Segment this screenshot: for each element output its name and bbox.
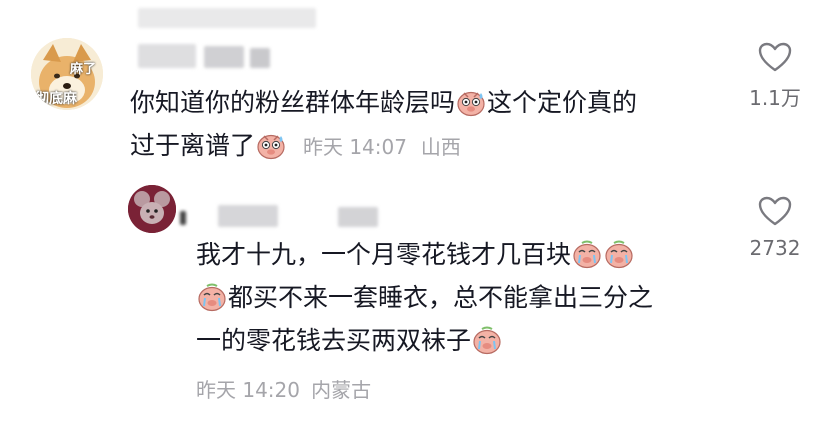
comment-text-part: 我才十九，一个月零花钱才几百块 (196, 240, 572, 269)
comment-text: 我才十九，一个月零花钱才几百块 都买不来一套睡衣，总不能拿出三分之 一的零花钱去… (196, 233, 726, 362)
blurred-previous-content (138, 8, 316, 28)
pig-sweat-emoji (457, 91, 485, 117)
comment-line: 你知道你的粉丝群体年龄层吗 这个定价真的 (130, 81, 720, 124)
comment-line: 过于离谱了 昨天 14:07 山西 (130, 124, 720, 169)
username-blurred[interactable] (180, 205, 380, 229)
avatar-caption-top: 麻了 (70, 62, 97, 77)
comment-line: 都买不来一套睡衣，总不能拿出三分之 (196, 276, 726, 319)
comment-location: 山西 (420, 135, 461, 159)
comment-line: 一的零花钱去买两双袜子 (196, 319, 726, 362)
like-button[interactable]: 2732 (745, 196, 805, 260)
like-count: 2732 (749, 236, 801, 260)
comment-time: 昨天 14:07 (302, 135, 407, 159)
user-avatar[interactable]: 麻了 彻底麻 (31, 38, 103, 110)
comment-time: 昨天 14:20 (196, 378, 300, 402)
comment-line: 我才十九，一个月零花钱才几百块 (196, 233, 726, 276)
pig-cry-emoji (473, 326, 501, 355)
comment-text-part: 一的零花钱去买两双袜子 (196, 326, 472, 355)
comment-text-part: 你知道你的粉丝群体年龄层吗 (130, 88, 456, 117)
username-blurred[interactable] (138, 44, 280, 70)
like-count: 1.1万 (749, 86, 801, 110)
comment-location: 内蒙古 (311, 378, 372, 402)
comment-text-part: 都买不来一套睡衣，总不能拿出三分之 (228, 283, 654, 312)
heart-outline-icon (758, 42, 792, 72)
pig-cry-emoji (198, 283, 226, 312)
pig-cry-emoji (573, 240, 601, 269)
comment-text: 你知道你的粉丝群体年龄层吗 这个定价真的 过于离谱了 昨天 14:07 山西 (130, 81, 720, 169)
comment-text-part: 这个定价真的 (487, 88, 638, 117)
like-button[interactable]: 1.1万 (745, 42, 805, 111)
avatar-caption-bottom: 彻底麻 (35, 91, 77, 107)
comment-meta: 昨天 14:20 内蒙古 (196, 374, 371, 403)
user-avatar[interactable] (128, 185, 176, 233)
mouse-cartoon-avatar-image (128, 185, 176, 233)
comment-text-part: 过于离谱了 (130, 131, 256, 160)
pig-sweat-emoji (257, 134, 285, 160)
pig-cry-emoji (605, 240, 633, 269)
heart-outline-icon (758, 196, 792, 226)
